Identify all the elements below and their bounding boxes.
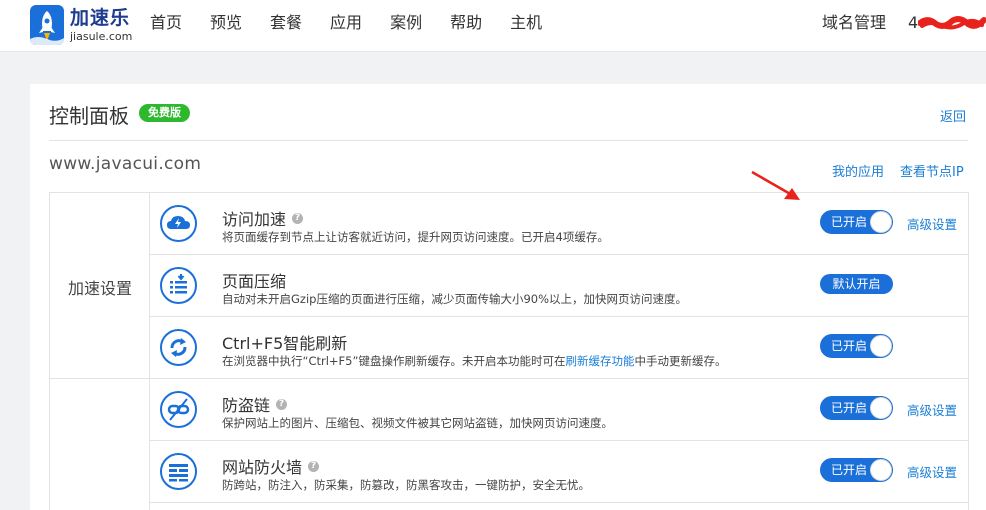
row-title: 防盗链 [222,396,271,415]
group-security [50,379,150,510]
smart-refresh-toggle[interactable]: 已开启 [820,334,893,358]
desc-text: 在浏览器中执行“Ctrl+F5”键盘操作刷新缓存。未开启本功能时可在 [222,354,566,368]
site-domain: www.javacui.com [49,154,202,174]
view-nodes-link[interactable]: 查看节点IP [900,161,964,180]
compress-list-icon [160,267,197,304]
main-nav: 首页 预览 套餐 应用 案例 帮助 主机 [150,0,570,52]
advanced-settings-link[interactable]: 高级设置 [907,462,957,481]
row-title: Ctrl+F5智能刷新 [222,334,348,353]
help-icon[interactable]: ? [276,398,288,410]
refresh-arrows-icon [160,329,197,366]
firewall-toggle[interactable]: 已开启 [820,458,893,482]
toggle-knob [870,459,892,481]
page-title: 控制面板 [49,104,129,128]
setting-row-hotlink-protection: 防盗链 ? 保护网站上的图片、压缩包、视频文件被其它网站盗链，加快网页访问速度。… [150,379,968,441]
row-description: 自动对未开启Gzip压缩的页面进行压缩，减少页面传输大小90%以上，加快网页访问… [222,292,687,306]
group-acceleration: 加速设置 [50,193,150,379]
nav-apps[interactable]: 应用 [330,0,362,52]
row-title: 访问加速 [222,210,287,229]
setting-row-access-acceleration: 访问加速 ? 将页面缓存到节点上让访客就近访问，提升网页访问速度。已开启4项缓存… [150,193,968,255]
redaction-scribble [918,16,986,30]
advanced-settings-link[interactable]: 高级设置 [907,214,957,233]
annotation-arrow-icon [751,170,800,200]
nav-plans[interactable]: 套餐 [270,0,302,52]
advanced-settings-link[interactable]: 高级设置 [907,400,957,419]
row-description: 在浏览器中执行“Ctrl+F5”键盘操作刷新缓存。未开启本功能时可在刷新缓存功能… [222,353,726,369]
row-description: 保护网站上的图片、压缩包、视频文件被其它网站盗链，加快网页访问速度。 [222,416,613,430]
toggle-knob [870,335,892,357]
group-label: 加速设置 [67,279,132,298]
broken-link-icon [160,391,197,428]
row-description: 防跨站，防注入，防采集，防篡改，防黑客攻击，一键防护，安全无忧。 [222,478,590,492]
settings-table: 加速设置 访问加速 ? 将页面缓存到节点上让访客就近访问，提升网页访问速度。已开… [49,192,969,510]
setting-row-page-compression: 页面压缩 自动对未开启Gzip压缩的页面进行压缩，减少页面传输大小90%以上，加… [150,255,968,317]
setting-row-firewall: 网站防火墙 ? 防跨站，防注入，防采集，防篡改，防黑客攻击，一键防护，安全无忧。… [150,441,968,503]
default-on-badge: 默认开启 [820,274,893,294]
nav-home[interactable]: 首页 [150,0,182,52]
access-acceleration-toggle[interactable]: 已开启 [820,210,893,234]
firewall-icon [160,453,197,490]
nav-preview[interactable]: 预览 [210,0,242,52]
help-icon[interactable]: ? [308,460,320,472]
top-navbar: 加速乐 jiasule.com 首页 预览 套餐 应用 案例 帮助 主机 域名管… [0,0,986,52]
control-panel: 控制面板 免费版 返回 www.javacui.com 我的应用 查看节点IP … [30,84,986,510]
nav-hosting[interactable]: 主机 [510,0,542,52]
cloud-lightning-icon [160,205,197,242]
desc-text: 中手动更新缓存。 [634,354,727,368]
hotlink-protection-toggle[interactable]: 已开启 [820,396,893,420]
domain-manage-link[interactable]: 域名管理 [822,0,886,46]
toggle-knob [870,397,892,419]
toggle-knob [870,211,892,233]
back-link[interactable]: 返回 [940,106,966,125]
nav-help[interactable]: 帮助 [450,0,482,52]
brand-domain: jiasule.com [70,29,133,43]
nav-cases[interactable]: 案例 [390,0,422,52]
plan-badge: 免费版 [139,104,190,122]
brand-name: 加速乐 [70,6,131,29]
rocket-logo-icon [30,5,64,45]
brand-logo[interactable]: 加速乐 jiasule.com [30,5,132,45]
row-title: 网站防火墙 [222,458,303,477]
row-title: 页面压缩 [222,272,287,291]
account-menu[interactable]: 4 [908,0,918,46]
row-description: 将页面缓存到节点上让访客就近访问，提升网页访问速度。已开启4项缓存。 [222,230,609,244]
refresh-cache-link[interactable]: 刷新缓存功能 [565,354,634,368]
setting-row-smart-refresh: Ctrl+F5智能刷新 在浏览器中执行“Ctrl+F5”键盘操作刷新缓存。未开启… [150,317,968,379]
title-divider [49,140,968,141]
help-icon[interactable]: ? [292,212,304,224]
my-apps-link[interactable]: 我的应用 [832,161,884,180]
